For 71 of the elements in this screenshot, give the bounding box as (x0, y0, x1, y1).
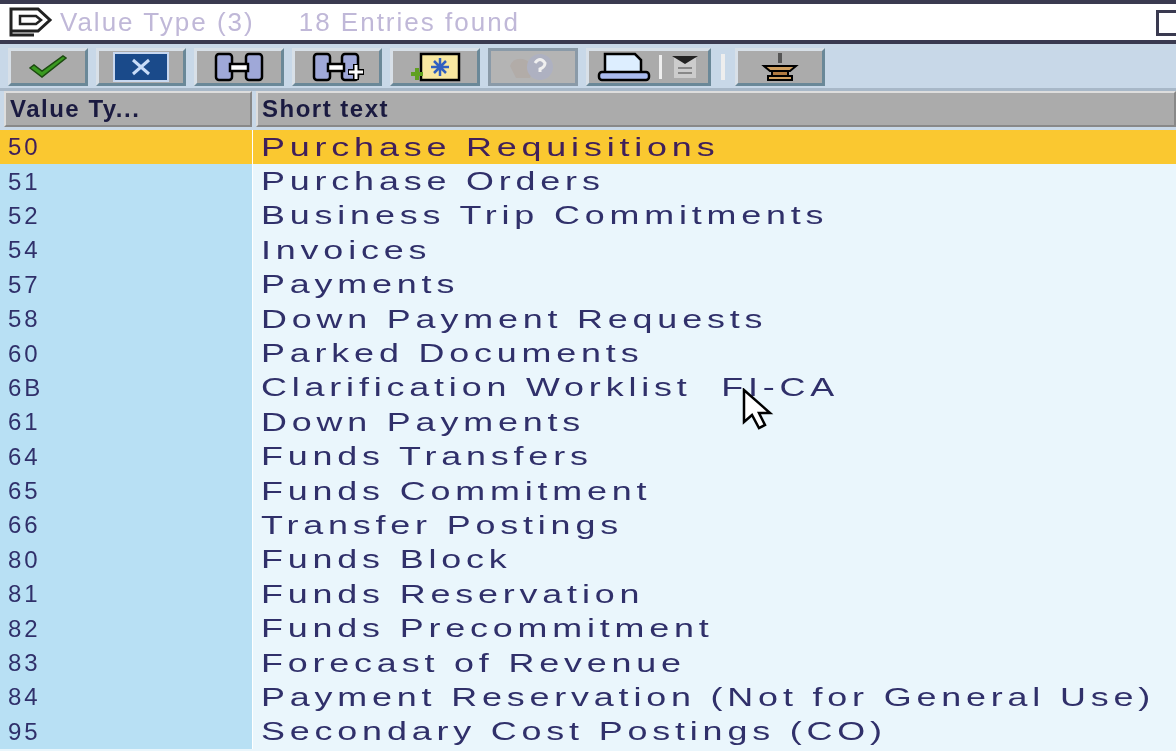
table-row[interactable]: 66 Transfer Postings (0, 508, 1176, 543)
find-button[interactable] (194, 48, 284, 86)
table-row[interactable]: 50 Purchase Requisitions (0, 130, 1176, 165)
table-row[interactable]: 52 Business Trip Commitments (0, 198, 1176, 234)
table-row[interactable]: 61 Down Payments (0, 405, 1176, 440)
table-row[interactable]: 80 Funds Block (0, 542, 1176, 578)
column-header[interactable]: Short text (256, 91, 1176, 127)
table-cell: 54 (0, 233, 252, 268)
print-button[interactable] (586, 48, 711, 86)
table-cell: Transfer Postings (252, 508, 1176, 543)
entries-count: 18 Entries found (298, 6, 521, 38)
table-cell: Funds Transfers (252, 439, 1176, 474)
printer-icon (597, 52, 651, 82)
table-cell: 81 (0, 577, 252, 612)
checkmark-icon (27, 54, 69, 80)
find-next-button[interactable] (292, 48, 382, 86)
table-cell: 52 (0, 198, 252, 234)
table-row[interactable]: 81 Funds Reservation (0, 577, 1176, 612)
table-cell: 66 (0, 508, 252, 543)
stamp-icon (760, 52, 800, 82)
table-cell: Purchase Orders (252, 164, 1176, 199)
table-cell: 95 (0, 714, 252, 750)
column-header[interactable]: Value Ty... (4, 91, 252, 127)
table-cell: 80 (0, 542, 252, 578)
table-cell: Funds Reservation (252, 577, 1176, 612)
table-cell: 61 (0, 405, 252, 440)
table-cell: Down Payment Requests (252, 301, 1176, 337)
table-cell: 65 (0, 473, 252, 509)
table-row[interactable]: 65 Funds Commitment (0, 473, 1176, 509)
table-row[interactable]: 57 Payments (0, 267, 1176, 302)
table-cell: 64 (0, 439, 252, 474)
minimize-button[interactable] (1156, 10, 1176, 36)
check-button[interactable] (8, 48, 88, 86)
table-cell: 50 (0, 130, 252, 165)
table-cell: Funds Block (252, 542, 1176, 578)
cancel-button[interactable] (96, 48, 186, 86)
window-menu-icon[interactable] (8, 6, 54, 38)
table-cell: 83 (0, 645, 252, 681)
table-row[interactable]: 54 Invoices (0, 233, 1176, 268)
table-cell: Payments (252, 267, 1176, 302)
toolbar-separator (721, 54, 725, 80)
table-cell: 6B (0, 370, 252, 406)
table-row[interactable]: 64 Funds Transfers (0, 439, 1176, 474)
window-title: Value Type (3) (60, 6, 255, 38)
table-row[interactable]: 60 Parked Documents (0, 336, 1176, 371)
table-cell: Forecast of Revenue (252, 645, 1176, 681)
table-row[interactable]: 84 Payment Reservation (Not for General Use) (0, 680, 1176, 715)
table-row[interactable]: 95 Secondary Cost Postings (CO) (0, 714, 1176, 750)
close-icon (113, 52, 169, 82)
table-row[interactable]: 83 Forecast of Revenue (0, 645, 1176, 681)
table-cell: 57 (0, 267, 252, 302)
table-cell: Payment Reservation (Not for General Use) (252, 680, 1176, 715)
table-row[interactable]: 58 Down Payment Requests (0, 301, 1176, 337)
table-cell: 82 (0, 611, 252, 646)
table-cell: Business Trip Commitments (252, 198, 1176, 234)
dropdown-icon[interactable] (670, 54, 700, 80)
table-cell: 58 (0, 301, 252, 337)
table-cell: 60 (0, 336, 252, 371)
table-row[interactable]: 82 Funds Precommitment (0, 611, 1176, 646)
table-cell: Funds Commitment (252, 473, 1176, 509)
table-row[interactable]: 6B Clarification Worklist FI-CA (0, 370, 1176, 406)
pin-button[interactable] (735, 48, 825, 86)
table-cell: 84 (0, 680, 252, 715)
table-cell: Secondary Cost Postings (CO) (252, 714, 1176, 750)
table-row[interactable]: 51 Purchase Orders (0, 164, 1176, 199)
table-cell: Funds Precommitment (252, 611, 1176, 646)
table-cell: 51 (0, 164, 252, 199)
table-cell: Invoices (252, 233, 1176, 268)
table-cell: Parked Documents (252, 336, 1176, 371)
table-cell: Purchase Requisitions (252, 130, 1176, 165)
new-button[interactable] (390, 48, 480, 86)
